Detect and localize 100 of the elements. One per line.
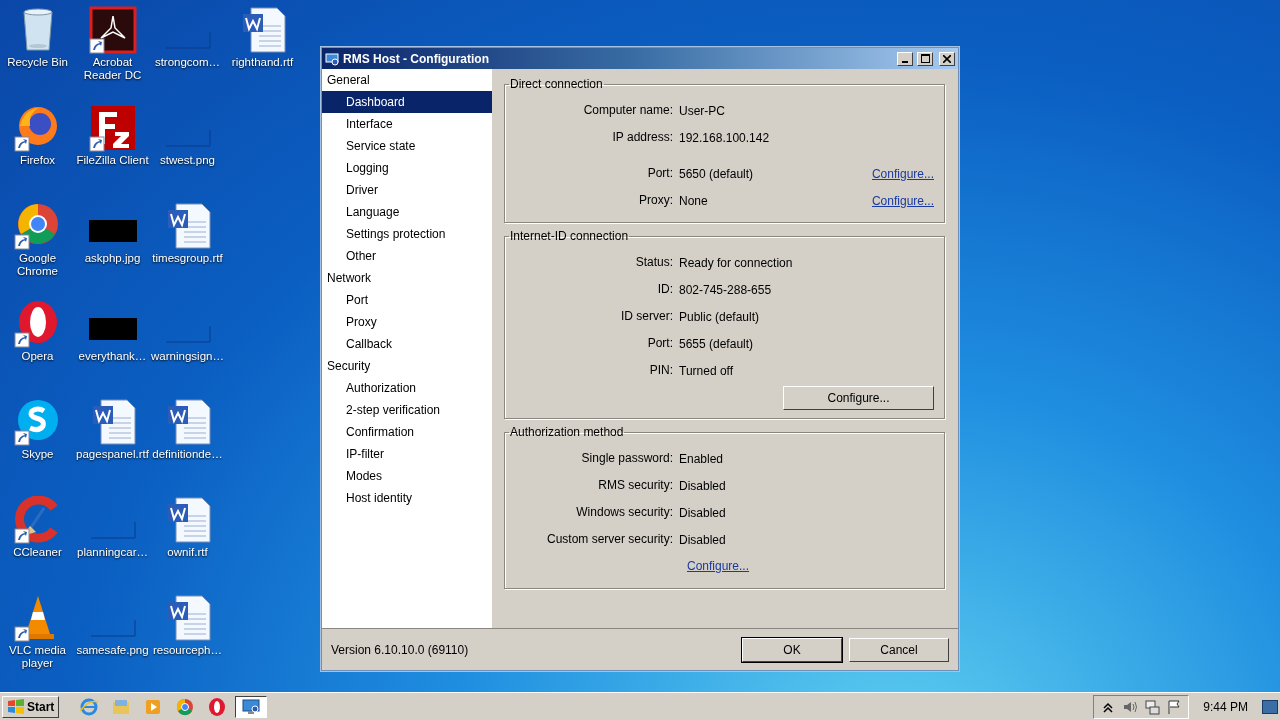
field-label: Computer name:: [582, 102, 674, 119]
field-label: PIN:: [648, 362, 674, 379]
field-value: 5655 (default): [679, 336, 755, 351]
tree-item[interactable]: Proxy: [322, 311, 492, 333]
field-value: Disabled: [679, 532, 727, 547]
tree-item[interactable]: Confirmation: [322, 421, 492, 443]
tree-item[interactable]: Host identity: [322, 487, 492, 509]
start-button[interactable]: Start: [2, 696, 60, 718]
tree-item[interactable]: Modes: [322, 465, 492, 487]
icon-label[interactable]: CCleaner: [13, 546, 62, 559]
field-value: Turned off: [679, 363, 735, 378]
folder-icon: [111, 697, 132, 717]
field-label: Port:: [646, 335, 674, 352]
field-label: Windows security:: [575, 504, 674, 521]
tree-item[interactable]: Security: [322, 355, 492, 377]
version-text: Version 6.10.10.0 (69110): [331, 642, 470, 657]
icon-label[interactable]: Google Chrome: [0, 252, 75, 278]
configure-link[interactable]: Configure...: [687, 553, 750, 580]
icon-label[interactable]: definitionde…: [152, 448, 223, 461]
icon-label[interactable]: planningcar…: [77, 546, 148, 559]
windows-logo-icon: [7, 699, 25, 715]
filezilla-icon[interactable]: [88, 104, 137, 152]
field-value: Public (default): [679, 309, 761, 324]
field-value: Ready for connection: [679, 255, 794, 270]
icon-label[interactable]: Recycle Bin: [7, 56, 68, 69]
chrome-icon: [175, 697, 196, 717]
window-title: RMS Host - Configuration: [343, 51, 490, 66]
field-value: User-PC: [679, 103, 726, 118]
field-value: 192.168.100.142: [679, 130, 771, 145]
tree-item[interactable]: Interface: [322, 113, 492, 135]
tree-item[interactable]: IP-filter: [322, 443, 492, 465]
field-value: None: [679, 193, 709, 208]
field-value: Disabled: [679, 478, 727, 493]
tree-item[interactable]: Authorization: [322, 377, 492, 399]
group-title: Authorization method: [509, 425, 625, 439]
field-label: Custom server security:: [545, 531, 674, 548]
field-value: Disabled: [679, 505, 727, 520]
app-icon: [325, 51, 339, 66]
dialog-button[interactable]: OK: [742, 637, 842, 662]
monitor-icon: [241, 697, 262, 717]
field-label: ID server:: [620, 308, 674, 325]
field-label: IP address:: [611, 129, 674, 146]
icon-label[interactable]: Skype: [21, 448, 54, 461]
icon-label[interactable]: VLC media player: [0, 644, 75, 670]
icon-label[interactable]: ownif.rtf: [167, 546, 208, 559]
icon-label[interactable]: stwest.png: [160, 154, 215, 167]
tree-item[interactable]: Network: [322, 267, 492, 289]
clock[interactable]: 9:44 PM: [1193, 700, 1258, 714]
field-label: Port:: [646, 165, 674, 182]
tree-item[interactable]: Dashboard: [322, 91, 492, 113]
icon-label[interactable]: Opera: [21, 350, 54, 363]
configure-link[interactable]: Configure...: [871, 193, 934, 208]
network-icon[interactable]: [1144, 699, 1161, 715]
tree-item[interactable]: Service state: [322, 135, 492, 157]
tree-item[interactable]: Other: [322, 245, 492, 267]
tree-item[interactable]: General: [322, 69, 492, 91]
minimize-button[interactable]: [897, 51, 913, 66]
icon-label[interactable]: righthand.rtf: [231, 56, 294, 69]
acrobat-icon[interactable]: [88, 6, 137, 54]
icon-label[interactable]: timesgroup.rtf: [152, 252, 223, 265]
field-value: 5650 (default): [679, 166, 755, 181]
icon-label[interactable]: pagespanel.rtf: [76, 448, 149, 461]
field-value: 802-745-288-655: [679, 282, 773, 297]
field-label: Single password:: [580, 450, 674, 467]
icon-label[interactable]: samesafe.png: [76, 644, 149, 657]
maximize-button[interactable]: [917, 51, 933, 66]
icon-label[interactable]: FileZilla Client: [76, 154, 149, 167]
configure-button[interactable]: Configure...: [783, 386, 934, 410]
field-label: ID:: [656, 281, 674, 298]
close-button[interactable]: [939, 51, 955, 66]
icon-label[interactable]: askphp.jpg: [84, 252, 141, 265]
close-icon: [943, 54, 951, 63]
field-label: Proxy:: [638, 192, 674, 209]
browser-e-icon: [79, 697, 100, 717]
speaker-icon[interactable]: [1122, 699, 1139, 715]
icon-label[interactable]: warningsign…: [151, 350, 224, 363]
icon-label[interactable]: everythank…: [78, 350, 147, 363]
dialog-button[interactable]: Cancel: [849, 637, 949, 662]
field-value: Enabled: [679, 451, 725, 466]
configure-link[interactable]: Configure...: [871, 166, 934, 181]
tree-item[interactable]: Driver: [322, 179, 492, 201]
flag-icon[interactable]: [1166, 699, 1183, 715]
tree-item[interactable]: Port: [322, 289, 492, 311]
icon-label[interactable]: resourceph…: [152, 644, 222, 657]
icon-label[interactable]: Firefox: [19, 154, 56, 167]
maximize-icon: [920, 54, 930, 63]
tree-item[interactable]: Settings protection: [322, 223, 492, 245]
group-title: Direct connection: [509, 77, 604, 91]
tree-item[interactable]: Callback: [322, 333, 492, 355]
field-label: Status:: [634, 254, 674, 271]
field-label: RMS security:: [597, 477, 674, 494]
tree-item[interactable]: Logging: [322, 157, 492, 179]
minimize-icon: [902, 60, 908, 63]
icon-label[interactable]: strongcom…: [154, 56, 221, 69]
icon-label[interactable]: Acrobat Reader DC: [75, 56, 150, 82]
taskbar-app-button[interactable]: [235, 696, 268, 718]
tree-item[interactable]: 2-step verification: [322, 399, 492, 421]
group-title: Internet-ID connection: [509, 229, 630, 243]
tree-item[interactable]: Language: [322, 201, 492, 223]
opera-icon: [207, 697, 228, 717]
